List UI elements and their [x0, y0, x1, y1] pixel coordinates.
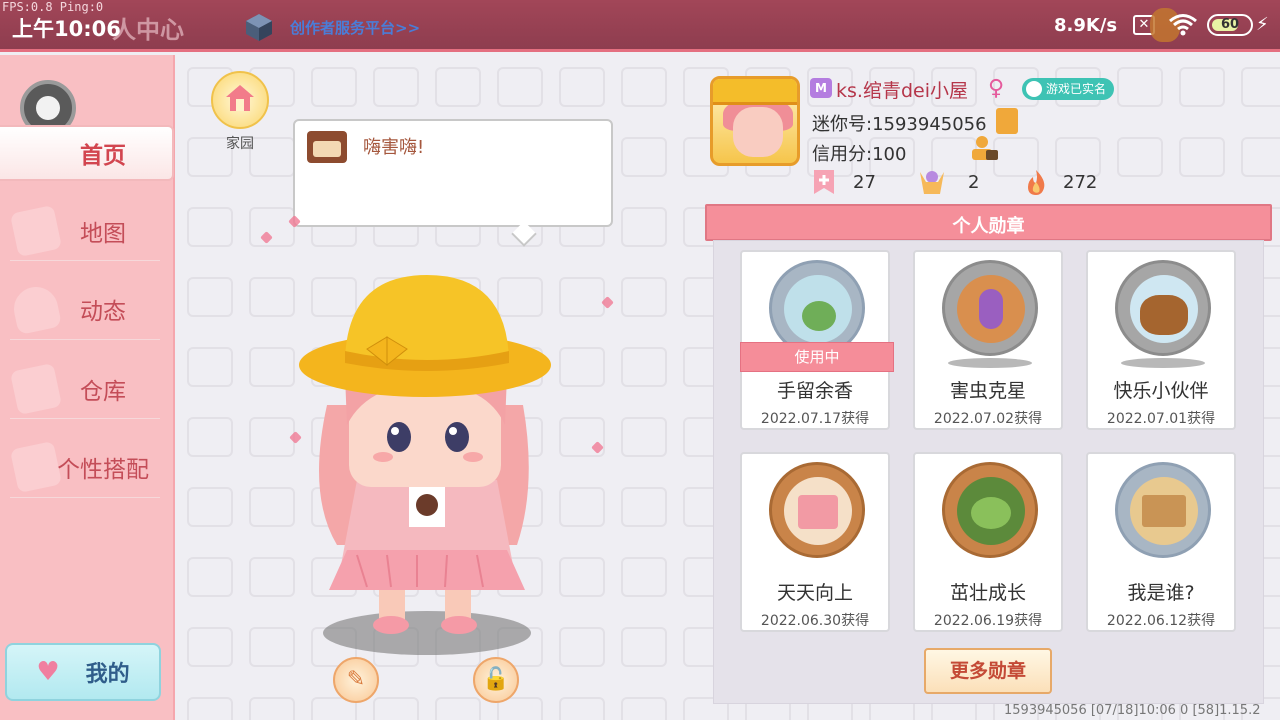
fps-readout: FPS:0.8 Ping:0: [2, 0, 104, 14]
sidebar-item-label: 地图: [80, 221, 126, 247]
cube-logo-icon[interactable]: [244, 12, 274, 42]
medal-name: 快乐小伙伴: [1113, 380, 1209, 402]
sidebar-item-label: 个性搭配: [57, 457, 149, 483]
sidebar-item-feed[interactable]: 动态: [8, 279, 168, 339]
medal-date: 2022.06.19获得: [933, 613, 1043, 629]
player-avatar[interactable]: [287, 265, 567, 655]
medal-section-title: 个人勋章: [952, 216, 1025, 237]
sidebar-item-storage[interactable]: 仓库: [8, 359, 168, 419]
petal-decoration: [260, 231, 273, 244]
medal-name: 天天向上: [776, 582, 853, 604]
medal-name: 害虫克星: [949, 380, 1026, 402]
medal-card[interactable]: 茁壮成长 2022.06.19获得: [913, 452, 1063, 632]
stat-value: 2: [968, 172, 980, 193]
stat-value: 27: [853, 172, 876, 193]
lock-button[interactable]: 🔓: [473, 657, 519, 703]
medal-card[interactable]: 使用中 手留余香 2022.07.17获得: [740, 250, 894, 430]
medal-badge-icon: [942, 462, 1038, 558]
medal-date: 2022.07.01获得: [1106, 411, 1216, 427]
top-status-bar: FPS:0.8 Ping:0 人中心 上午10:06 创作者服务平台>> 8.9…: [0, 0, 1280, 52]
house-icon: [226, 85, 254, 111]
copy-icon[interactable]: [996, 108, 1018, 134]
footer-debug-info: 1593945056 [07/18]10:06 0 [58]1.15.2: [1004, 703, 1261, 718]
avatar[interactable]: [710, 76, 800, 166]
mail-badge-icon: M: [810, 78, 832, 98]
page-title: 人中心: [112, 16, 184, 44]
battery-icon: 60: [1207, 14, 1253, 36]
divider: [10, 418, 160, 419]
sidebar-item-label: 仓库: [80, 379, 126, 405]
clock: 上午10:06: [12, 17, 121, 41]
heart-icon: ♥: [36, 657, 60, 687]
medal-badge-icon: [942, 260, 1038, 356]
medal-card[interactable]: 天天向上 2022.06.30获得: [740, 452, 890, 632]
medal-name: 我是谁?: [1127, 582, 1195, 604]
medal-shadow: [1121, 358, 1205, 368]
bookmark-plus-icon: [814, 170, 834, 194]
medal-card[interactable]: 快乐小伙伴 2022.07.01获得: [1086, 250, 1236, 430]
edit-button[interactable]: ✎: [333, 657, 379, 703]
medal-date: 2022.07.17获得: [760, 411, 870, 427]
homeland-button[interactable]: [211, 71, 269, 129]
profile-card: M ks.绾青dei小屋 ♀ 游戏已实名 迷你号:1593945056 信用分:…: [706, 70, 1276, 200]
block-emote-icon: [307, 131, 347, 163]
map-icon: [9, 204, 63, 258]
medal-card[interactable]: 我是谁? 2022.06.12获得: [1086, 452, 1236, 632]
medal-card[interactable]: 害虫克星 2022.07.02获得: [913, 250, 1063, 430]
in-use-tag: 使用中: [740, 342, 894, 372]
medal-badge-icon: [1115, 260, 1211, 356]
female-icon: ♀: [988, 76, 1005, 101]
avatar-stage: 家园 嗨害嗨! ✎ 🔓: [177, 55, 697, 720]
medal-name: 茁壮成长: [949, 582, 1026, 604]
speech-text: 嗨害嗨!: [363, 137, 425, 158]
sidebar-item-map[interactable]: 地图: [8, 201, 168, 261]
medal-name: 手留余香: [776, 380, 853, 402]
creator-platform-link[interactable]: 创作者服务平台>>: [290, 17, 420, 38]
mine-button[interactable]: ♥ 我的: [5, 643, 161, 701]
record-dot-icon: [36, 96, 60, 120]
mini-id: 迷你号:1593945056: [812, 114, 987, 135]
speech-tail: [511, 221, 537, 247]
avatar-hat: [713, 79, 797, 105]
outfit-icon: [9, 440, 63, 494]
nickname: ks.绾青dei小屋: [836, 80, 968, 102]
sidebar: 首页 地图 动态 仓库 个性搭配 ♥ 我的: [0, 55, 175, 720]
medal-badge-icon: [1115, 462, 1211, 558]
petal-decoration: [601, 296, 614, 309]
box-icon: [9, 362, 63, 416]
homeland-label: 家园: [226, 136, 254, 152]
sidebar-item-outfit[interactable]: 个性搭配: [8, 437, 168, 497]
medal-badge-icon: [769, 462, 865, 558]
network-speed: 8.9K/s: [1054, 15, 1118, 36]
cheer-icon: [920, 171, 944, 194]
divider: [10, 497, 160, 498]
avatar-face: [733, 107, 783, 157]
sidebar-item-home[interactable]: 首页: [0, 125, 174, 181]
stat-value: 272: [1063, 172, 1098, 193]
sidebar-item-label: 首页: [80, 143, 126, 169]
petal-decoration: [591, 441, 604, 454]
realname-verified-badge: 游戏已实名: [1022, 78, 1115, 100]
person-card-icon[interactable]: [970, 134, 1000, 162]
medal-section-header: 个人勋章: [705, 204, 1272, 241]
speech-bubble: 嗨害嗨!: [293, 119, 613, 247]
medal-shadow: [948, 358, 1032, 368]
wifi-icon: [1169, 14, 1197, 36]
bell-icon: [9, 282, 63, 336]
divider: [10, 260, 160, 261]
battery-level: 60: [1220, 17, 1240, 32]
credit-score: 信用分:100: [812, 144, 907, 165]
mine-label: 我的: [85, 662, 130, 687]
charging-icon: ⚡: [1256, 14, 1269, 35]
medal-date: 2022.06.30获得: [760, 613, 870, 629]
divider: [10, 339, 160, 340]
sidebar-item-label: 动态: [80, 299, 126, 325]
medal-date: 2022.06.12获得: [1106, 613, 1216, 629]
more-medals-button[interactable]: 更多勋章: [924, 648, 1052, 694]
medal-date: 2022.07.02获得: [933, 411, 1043, 427]
flame-icon: [1028, 170, 1045, 195]
